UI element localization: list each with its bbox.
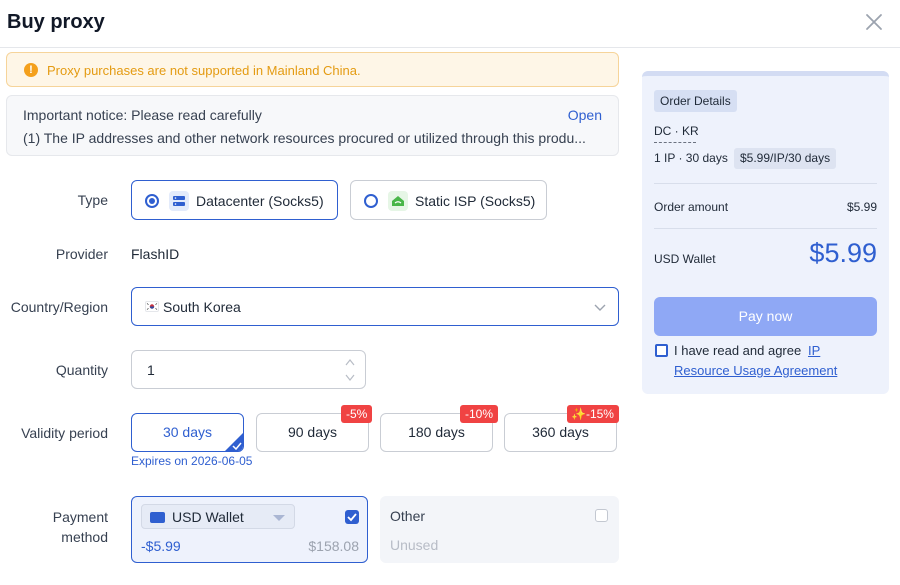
order-product: DC · KR xyxy=(654,124,699,138)
divider xyxy=(654,142,696,143)
server-icon xyxy=(169,191,189,211)
type-option-label: Static ISP (Socks5) xyxy=(415,193,536,209)
quantity-label: Quantity xyxy=(55,362,108,378)
provider-value: FlashID xyxy=(131,246,180,262)
sparkle-icon: ✨ xyxy=(571,407,586,421)
quantity-stepper[interactable]: 1 xyxy=(131,350,366,389)
wallet-checkbox[interactable] xyxy=(345,510,359,524)
validity-option-label: 90 days xyxy=(287,424,338,440)
wallet-select-value: USD Wallet xyxy=(172,509,244,525)
warning-banner: ! Proxy purchases are not supported in M… xyxy=(6,52,619,87)
validity-option-label: 30 days xyxy=(162,424,213,440)
pay-now-button[interactable]: Pay now xyxy=(654,297,877,336)
agreement-link-resource-usage[interactable]: Resource Usage Agreement xyxy=(674,363,837,378)
payment-label-line2: method xyxy=(61,529,108,545)
important-notice: Important notice: Please read carefully … xyxy=(6,95,619,156)
wallet-total-label: USD Wallet xyxy=(654,252,716,266)
other-payment-status: Unused xyxy=(390,537,439,553)
isp-icon xyxy=(388,191,408,211)
notice-title: Important notice: Please read carefully xyxy=(23,107,262,123)
wallet-balance: $158.08 xyxy=(308,538,359,554)
validity-label: Validity period xyxy=(21,425,108,441)
agreement-checkbox[interactable] xyxy=(655,344,668,357)
country-label: Country/Region xyxy=(10,299,108,315)
dialog-header: Buy proxy xyxy=(0,0,900,48)
validity-option-30-days[interactable]: 30 days xyxy=(131,413,244,452)
radio-selected-icon xyxy=(145,194,159,208)
close-icon[interactable] xyxy=(862,10,886,34)
type-option-label: Datacenter (Socks5) xyxy=(196,193,324,209)
order-details-tag: Order Details xyxy=(654,90,737,112)
discount-text: -15% xyxy=(585,407,614,421)
caret-down-icon xyxy=(273,515,285,521)
wallet-charge-amount: -$5.99 xyxy=(141,538,181,554)
divider xyxy=(654,228,877,229)
warning-text: Proxy purchases are not supported in Mai… xyxy=(47,63,361,78)
chevron-down-icon xyxy=(594,304,606,311)
order-amount-label: Order amount xyxy=(654,200,729,214)
notice-open-link[interactable]: Open xyxy=(568,107,602,123)
type-option-static-isp[interactable]: Static ISP (Socks5) xyxy=(350,180,547,220)
warning-icon: ! xyxy=(24,63,38,77)
order-summary-panel: Order Details DC · KR 1 IP · 30 days $5.… xyxy=(642,71,889,394)
other-payment-checkbox[interactable] xyxy=(595,509,608,522)
country-select-value: South Korea xyxy=(163,299,241,315)
radio-unselected-icon xyxy=(364,194,378,208)
agreement-text: I have read and agree xyxy=(674,343,802,358)
order-unit-price: $5.99/IP/30 days xyxy=(734,148,837,169)
discount-badge: -5% xyxy=(341,405,373,423)
wallet-select[interactable]: USD Wallet xyxy=(141,504,295,529)
notice-body: (1) The IP addresses and other network r… xyxy=(23,130,586,146)
wallet-icon xyxy=(150,512,165,523)
check-icon xyxy=(232,442,242,450)
payment-label-line1: Payment xyxy=(52,509,108,525)
validity-option-label: 180 days xyxy=(408,424,465,440)
chevron-down-icon[interactable] xyxy=(344,373,356,382)
discount-badge: -10% xyxy=(460,405,499,423)
expires-text: Expires on 2026-06-05 xyxy=(131,454,253,468)
quantity-value[interactable]: 1 xyxy=(147,362,155,378)
south-korea-flag-icon xyxy=(145,301,159,312)
agreement-link-ip[interactable]: IP xyxy=(808,343,820,358)
wallet-total-value: $5.99 xyxy=(809,238,877,268)
chevron-up-icon[interactable] xyxy=(344,358,356,367)
divider xyxy=(654,183,877,184)
dialog-title: Buy proxy xyxy=(7,11,105,33)
country-select[interactable]: South Korea xyxy=(131,287,619,326)
other-payment-label: Other xyxy=(390,508,426,524)
discount-badge: ✨-15% xyxy=(567,405,619,423)
payment-option-wallet[interactable]: USD Wallet -$5.99 $158.08 xyxy=(131,496,368,563)
type-option-datacenter[interactable]: Datacenter (Socks5) xyxy=(131,180,338,220)
validity-option-label: 360 days xyxy=(532,424,589,440)
order-amount-value: $5.99 xyxy=(846,200,877,214)
order-ip-term: 1 IP · 30 days xyxy=(654,151,728,165)
payment-option-other[interactable]: Other Unused xyxy=(380,496,619,563)
type-label: Type xyxy=(77,192,108,208)
provider-label: Provider xyxy=(55,246,108,262)
